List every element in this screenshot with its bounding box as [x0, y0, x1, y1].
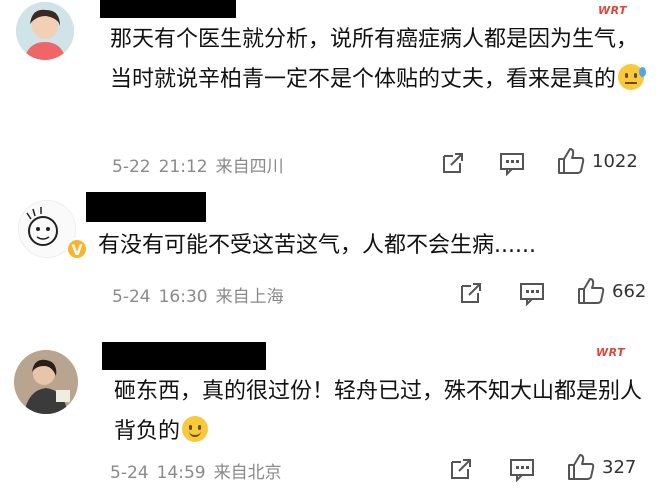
comment-time: 14:59	[156, 463, 206, 483]
comment-date: 5-22	[112, 157, 151, 177]
share-icon	[443, 153, 463, 173]
avatar[interactable]	[14, 350, 78, 414]
smile-emoji-icon	[182, 416, 209, 442]
comment-icon	[500, 153, 524, 176]
redacted-username	[100, 0, 236, 18]
like-count: 1022	[592, 150, 638, 172]
comment-item: WRT 砸东西，真的很过份！轻舟已过，殊不知大山都是别人背负的 5-24 14:5…	[0, 330, 660, 500]
comment-meta: 5-22 21:12 来自四川	[112, 152, 292, 177]
comment-item: WRT 那天有个医生就分析，说所有癌症病人都是因为生气，当时就说辛柏青一定不是个…	[0, 0, 660, 185]
share-button[interactable]	[440, 150, 466, 176]
watermark: WRT	[598, 4, 628, 17]
like-button[interactable]: 662	[576, 276, 646, 306]
comment-time: 16:30	[158, 287, 208, 307]
share-icon	[461, 283, 481, 303]
share-button[interactable]	[448, 456, 474, 482]
comment-date: 5-24	[112, 287, 151, 307]
watermark: WRT	[596, 346, 626, 359]
thumbs-up-icon	[558, 148, 585, 174]
reply-button[interactable]	[508, 456, 536, 482]
comment-meta: 5-24 14:59 来自北京	[110, 458, 290, 483]
comment-date: 5-24	[110, 463, 149, 483]
comment-icon	[520, 283, 544, 306]
comment-meta: 5-24 16:30 来自上海	[112, 282, 292, 307]
comment-location: 来自北京	[213, 463, 282, 483]
like-count: 327	[602, 456, 637, 478]
comment-icon	[510, 459, 534, 482]
comment-item: V 有没有可能不受这苦这气，人都不会生病...... 5-24 16:30 来自上海…	[0, 188, 660, 326]
verified-badge: V	[66, 238, 88, 260]
like-button[interactable]: 327	[566, 452, 636, 482]
reply-button[interactable]	[498, 150, 526, 176]
like-count: 662	[612, 280, 647, 302]
share-icon	[451, 459, 471, 479]
redacted-username	[102, 342, 266, 370]
thumbs-up-icon	[568, 454, 595, 480]
sweat-emoji-icon	[618, 64, 647, 90]
comment-text: 那天有个医生就分析，说所有癌症病人都是因为生气，当时就说辛柏青一定不是个体贴的丈…	[110, 20, 650, 100]
comment-time: 21:12	[158, 157, 208, 177]
reply-button[interactable]	[518, 280, 546, 306]
comment-location: 来自上海	[215, 287, 284, 307]
comment-text: 有没有可能不受这苦这气，人都不会生病......	[98, 233, 536, 258]
avatar[interactable]	[16, 2, 74, 60]
redacted-username	[86, 192, 206, 222]
share-button[interactable]	[458, 280, 484, 306]
comment-text: 砸东西，真的很过份！轻舟已过，殊不知大山都是别人背负的	[114, 379, 643, 444]
comment-location: 来自四川	[215, 157, 284, 177]
thumbs-up-icon	[578, 278, 605, 304]
like-button[interactable]: 1022	[556, 146, 638, 176]
